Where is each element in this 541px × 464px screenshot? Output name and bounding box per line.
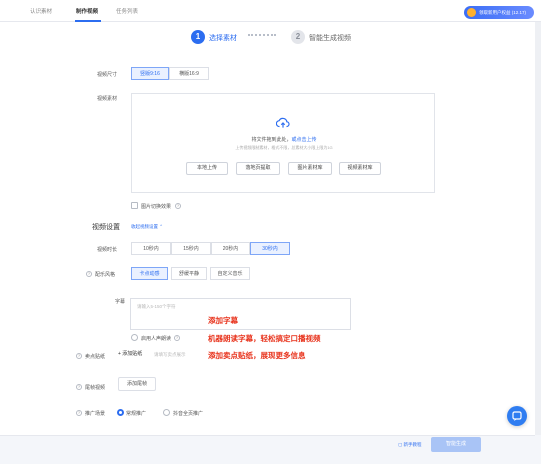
promo-scene-label: 推广场景 [85, 411, 106, 417]
upload-instruction: 将文件拖到此处，或点击上传 [132, 136, 436, 143]
tab-recognize-material[interactable]: 认识素材 [30, 7, 52, 15]
annotation-voice-reading: 机器朗读字幕，轻松搞定口播视频 [208, 334, 321, 343]
top-nav-bar: 认识素材 制作视频 任务列表 领取新用户权益 (12.17) [0, 0, 541, 22]
scrollbar[interactable] [535, 22, 541, 435]
duration-option-15s[interactable]: 15秒内 [171, 242, 211, 255]
music-option-calm[interactable]: 舒缓平静 [171, 267, 207, 280]
landing-page-extract-button[interactable]: 落地页提取 [236, 162, 280, 175]
tail-frame-label: 尾帧视频 [85, 385, 106, 391]
tutorial-link[interactable]: ▢ 新手教程 [398, 442, 422, 448]
main-panel [0, 22, 535, 435]
smart-generate-button[interactable]: 智能生成 [431, 437, 481, 452]
help-icon[interactable]: ? [174, 335, 180, 341]
subtitle-input[interactable]: 请输入5-150个字符 [130, 298, 351, 330]
tab-task-list[interactable]: 任务列表 [116, 7, 138, 15]
upload-text: 将文件拖到此处， [251, 137, 292, 143]
duration-option-10s[interactable]: 10秒内 [131, 242, 171, 255]
voice-reading-radio[interactable] [131, 334, 138, 341]
step-2-label: 智能生成视频 [309, 35, 351, 42]
promo-badge[interactable]: 领取新用户权益 (12.17) [464, 6, 534, 19]
sticker-label: 卖点贴纸 [85, 354, 106, 360]
step-1-label: 选择素材 [209, 35, 237, 42]
step-1-indicator: 1 [191, 30, 205, 44]
music-option-beat[interactable]: 卡点动感 [131, 267, 168, 280]
add-tail-frame-button[interactable]: 添加尾帧 [118, 377, 156, 391]
duration-option-30s[interactable]: 30秒内 [250, 242, 290, 255]
help-icon[interactable]: ? [76, 353, 82, 359]
image-library-button[interactable]: 图片素材库 [288, 162, 332, 175]
chat-support-button[interactable] [507, 406, 527, 426]
add-sticker-button[interactable]: + 添加贴纸 [118, 349, 142, 360]
duration-option-20s[interactable]: 20秒内 [211, 242, 250, 255]
upload-link[interactable]: 或点击上传 [292, 137, 317, 143]
upload-hint: 上传视频限制素材，格式不限，总素材大小限上限为1G [235, 145, 333, 150]
music-style-label: 配乐风格 [95, 272, 116, 278]
step-2-indicator: 2 [291, 30, 305, 44]
upload-dropzone[interactable]: 将文件拖到此处，或点击上传 上传视频限制素材，格式不限，总素材大小限上限为1G … [131, 93, 435, 193]
tutorial-label: 新手教程 [403, 442, 422, 447]
promo-label: 领取新用户权益 (12.17) [479, 10, 527, 15]
help-icon[interactable]: ? [76, 384, 82, 390]
help-icon[interactable]: ? [86, 271, 92, 277]
image-transition-checkbox[interactable] [131, 202, 138, 209]
cloud-upload-icon [276, 117, 290, 128]
tab-make-video[interactable]: 制作视频 [76, 7, 98, 15]
size-option-horizontal[interactable]: 横版16:9 [169, 67, 209, 80]
size-option-vertical[interactable]: 竖版9:16 [131, 67, 169, 80]
annotation-sticker: 添加卖点贴纸，展现更多信息 [208, 351, 306, 360]
image-transition-label: 图片切换效果 [141, 204, 172, 210]
annotation-add-subtitle: 添加字幕 [208, 316, 238, 325]
promo-scene-regular-label: 常规推广 [126, 411, 147, 417]
subtitle-label: 字幕 [115, 299, 126, 305]
video-library-button[interactable]: 视频素材库 [339, 162, 381, 175]
subtitle-placeholder: 请输入5-150个字符 [137, 304, 176, 309]
help-icon[interactable]: ? [76, 410, 82, 416]
collapse-settings-link[interactable]: 收起视频设置 ⌃ [131, 224, 163, 230]
video-settings-title: 视频设置 [92, 224, 120, 231]
step-connector [248, 34, 276, 36]
promo-scene-regular-radio[interactable] [117, 409, 124, 416]
video-duration-label: 视频时长 [97, 247, 118, 253]
video-size-label: 视频尺寸 [97, 72, 118, 78]
promo-scene-douyin-label: 抖音全页推广 [173, 411, 204, 417]
voice-reading-label: 启用人声朗读 [141, 336, 172, 342]
local-upload-button[interactable]: 本地上传 [186, 162, 228, 175]
chat-icon [512, 411, 522, 421]
gift-icon [467, 8, 476, 17]
sticker-input[interactable]: 请填写卖点展示 [154, 349, 209, 360]
music-option-custom[interactable]: 自定义音乐 [210, 267, 250, 280]
video-material-label: 视频素材 [97, 96, 118, 102]
promo-scene-douyin-radio[interactable] [163, 409, 170, 416]
help-icon[interactable]: ? [175, 203, 181, 209]
